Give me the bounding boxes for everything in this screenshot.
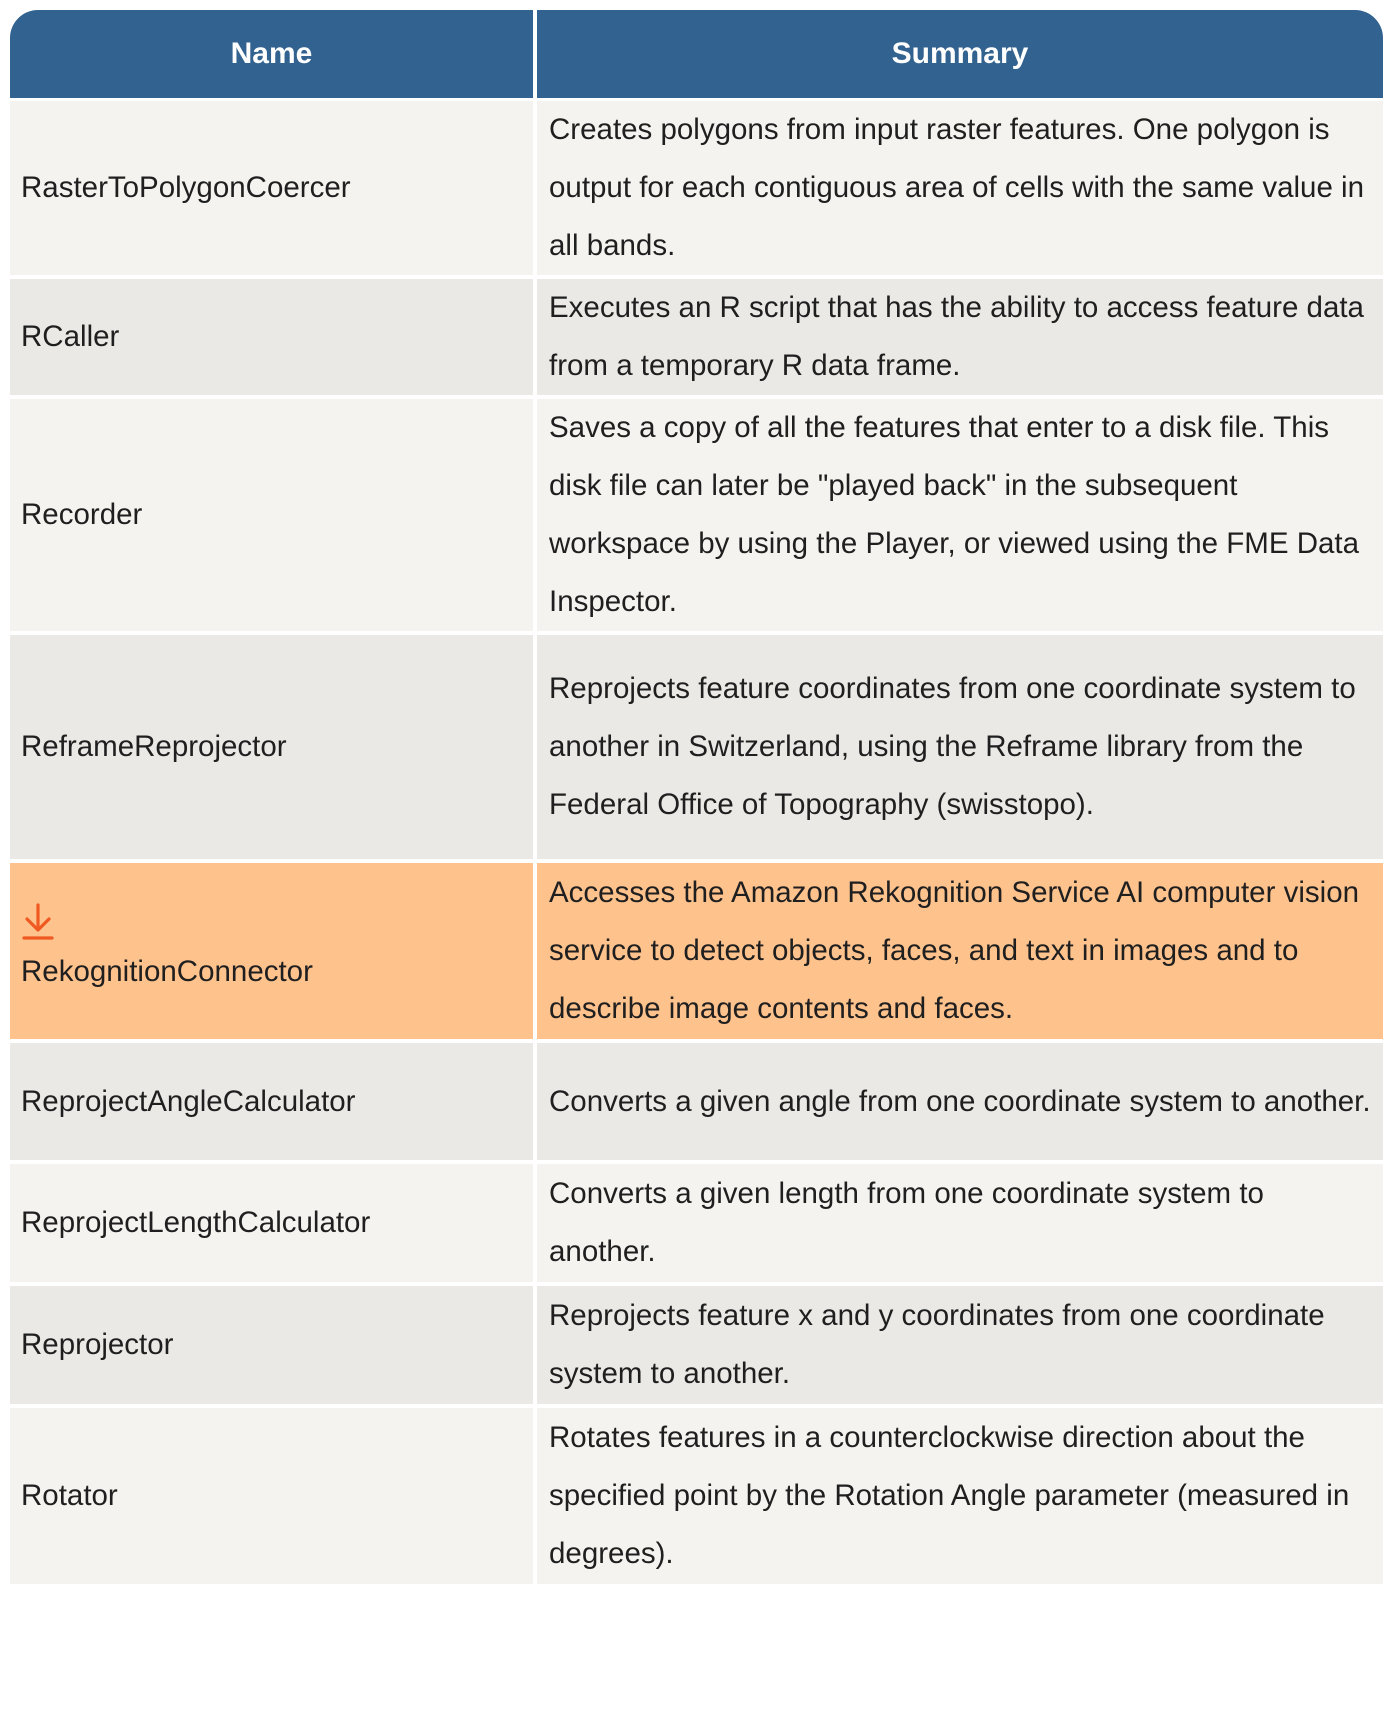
row-name-cell: ReprojectLengthCalculator xyxy=(10,1164,533,1286)
transformer-name[interactable]: RCaller xyxy=(21,320,119,353)
row-summary-cell: Creates polygons from input raster featu… xyxy=(533,101,1383,279)
transformer-name[interactable]: RekognitionConnector xyxy=(21,955,313,988)
row-name-cell: RasterToPolygonCoercer xyxy=(10,101,533,279)
transformers-table-container: Name Summary RasterToPolygonCoercer Crea… xyxy=(10,10,1383,1588)
table-row: RasterToPolygonCoercer Creates polygons … xyxy=(10,101,1383,279)
row-summary-cell: Accesses the Amazon Rekognition Service … xyxy=(533,863,1383,1043)
column-header-name[interactable]: Name xyxy=(10,10,533,101)
column-header-summary[interactable]: Summary xyxy=(533,10,1383,101)
row-summary-cell: Reprojects feature x and y coordinates f… xyxy=(533,1286,1383,1408)
table-row: Reprojector Reprojects feature x and y c… xyxy=(10,1286,1383,1408)
table-row: Rotator Rotates features in a counterclo… xyxy=(10,1408,1383,1588)
transformer-name[interactable]: RasterToPolygonCoercer xyxy=(21,171,351,204)
row-name-cell: Reprojector xyxy=(10,1286,533,1408)
table-header-row: Name Summary xyxy=(10,10,1383,101)
row-summary-cell: Converts a given angle from one coordina… xyxy=(533,1043,1383,1164)
table-row: RCaller Executes an R script that has th… xyxy=(10,279,1383,399)
transformer-name[interactable]: Recorder xyxy=(21,498,142,531)
transformer-name[interactable]: ReprojectAngleCalculator xyxy=(21,1085,356,1118)
transformer-name[interactable]: ReprojectLengthCalculator xyxy=(21,1206,370,1239)
transformer-name[interactable]: Reprojector xyxy=(21,1328,173,1361)
table-row: ReprojectAngleCalculator Converts a give… xyxy=(10,1043,1383,1164)
row-summary-cell: Converts a given length from one coordin… xyxy=(533,1164,1383,1286)
transformers-table: Name Summary RasterToPolygonCoercer Crea… xyxy=(10,10,1383,1588)
row-summary-cell: Saves a copy of all the features that en… xyxy=(533,399,1383,635)
transformer-name[interactable]: ReframeReprojector xyxy=(21,730,287,763)
row-name-cell: Recorder xyxy=(10,399,533,635)
table-row-highlighted: RekognitionConnector Accesses the Amazon… xyxy=(10,863,1383,1043)
transformer-name[interactable]: Rotator xyxy=(21,1479,118,1512)
table-row: ReframeReprojector Reprojects feature co… xyxy=(10,635,1383,863)
row-name-cell: ReframeReprojector xyxy=(10,635,533,863)
download-icon[interactable] xyxy=(21,901,55,941)
row-name-cell: RekognitionConnector xyxy=(10,863,533,1043)
table-row: ReprojectLengthCalculator Converts a giv… xyxy=(10,1164,1383,1286)
row-name-cell: Rotator xyxy=(10,1408,533,1588)
row-summary-cell: Reprojects feature coordinates from one … xyxy=(533,635,1383,863)
row-summary-cell: Rotates features in a counterclockwise d… xyxy=(533,1408,1383,1588)
row-name-cell: RCaller xyxy=(10,279,533,399)
row-name-cell: ReprojectAngleCalculator xyxy=(10,1043,533,1164)
row-summary-cell: Executes an R script that has the abilit… xyxy=(533,279,1383,399)
table-row: Recorder Saves a copy of all the feature… xyxy=(10,399,1383,635)
